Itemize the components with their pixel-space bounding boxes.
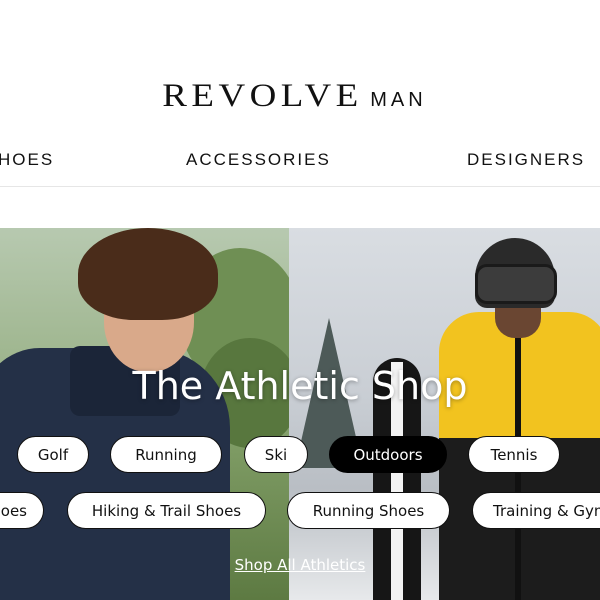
shop-all-athletics-link[interactable]: Shop All Athletics [0,556,600,574]
ski-goggles [475,264,557,304]
nav-item-accessories[interactable]: ACCESSORIES [186,150,331,170]
pill-hiking-trail-shoes[interactable]: Hiking & Trail Shoes [67,492,266,529]
pill-running-shoes[interactable]: Running Shoes [287,492,450,529]
pill-tennis[interactable]: Tennis [468,436,560,473]
hero-image-skier [289,228,600,600]
nav-divider [0,186,600,187]
logo-wordmark: REVOLVE [162,78,363,114]
logo-subtitle: MAN [370,89,427,111]
pill-training-gym[interactable]: Training & Gym [472,492,600,529]
hero-title: The Athletic Shop [132,364,468,408]
site-logo[interactable]: REVOLVE MAN [0,78,600,115]
main-nav: HOES ACCESSORIES DESIGNERS [0,140,600,180]
model-face [495,304,541,338]
pill-golf[interactable]: Golf [17,436,89,473]
hero-image-golfer [0,228,289,600]
nav-item-shoes[interactable]: HOES [0,150,54,170]
pill-running[interactable]: Running [110,436,222,473]
model-hair [78,228,218,320]
pill-outdoors-selected[interactable]: Outdoors [329,436,447,473]
nav-item-designers[interactable]: DESIGNERS [467,150,585,170]
hero-banner: The Athletic Shop Golf Running Ski Outdo… [0,228,600,600]
pill-shoes-partial[interactable]: oes [0,492,44,529]
pill-ski[interactable]: Ski [244,436,308,473]
